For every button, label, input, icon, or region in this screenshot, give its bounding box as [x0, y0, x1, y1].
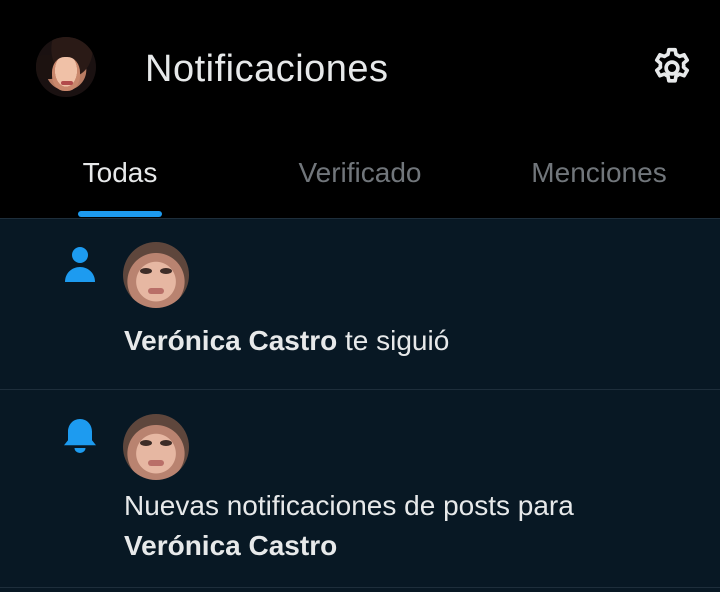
notification-text: Nuevas notificaciones de posts para Veró… — [124, 486, 574, 566]
profile-avatar[interactable] — [36, 37, 96, 97]
avatar-eye — [140, 440, 152, 446]
notification-message: Nuevas notificaciones de posts para — [124, 490, 574, 521]
notification-follow[interactable]: Verónica Castro te siguió — [0, 218, 720, 389]
avatar[interactable] — [123, 242, 189, 308]
notification-new-posts[interactable]: Nuevas notificaciones de posts para Veró… — [0, 390, 720, 592]
person-icon — [60, 244, 100, 284]
notification-tabs: Todas Verificado Menciones — [0, 136, 720, 218]
user-name[interactable]: Verónica Castro — [124, 325, 337, 356]
notifications-list: Verónica Castro te siguió Nuevas notific… — [0, 218, 720, 592]
top-app-bar: Notificaciones — [0, 0, 720, 136]
avatar[interactable] — [123, 414, 189, 480]
avatar-eye — [160, 268, 172, 274]
avatar-mouth — [148, 288, 164, 294]
gear-icon[interactable] — [650, 46, 694, 90]
tab-todas[interactable]: Todas — [78, 156, 162, 196]
tab-verificado[interactable]: Verificado — [285, 156, 435, 196]
avatar-eye — [140, 268, 152, 274]
divider — [0, 587, 720, 588]
notification-action: te siguió — [337, 325, 450, 356]
avatar-face — [52, 57, 80, 91]
avatar-lips — [61, 81, 73, 85]
user-name[interactable]: Verónica Castro — [124, 530, 337, 561]
active-tab-indicator — [78, 211, 162, 217]
page-title: Notificaciones — [145, 48, 389, 90]
bell-icon — [60, 416, 100, 456]
notification-text: Verónica Castro te siguió — [124, 321, 449, 361]
tab-menciones[interactable]: Menciones — [518, 156, 680, 196]
avatar-mouth — [148, 460, 164, 466]
avatar-eye — [160, 440, 172, 446]
